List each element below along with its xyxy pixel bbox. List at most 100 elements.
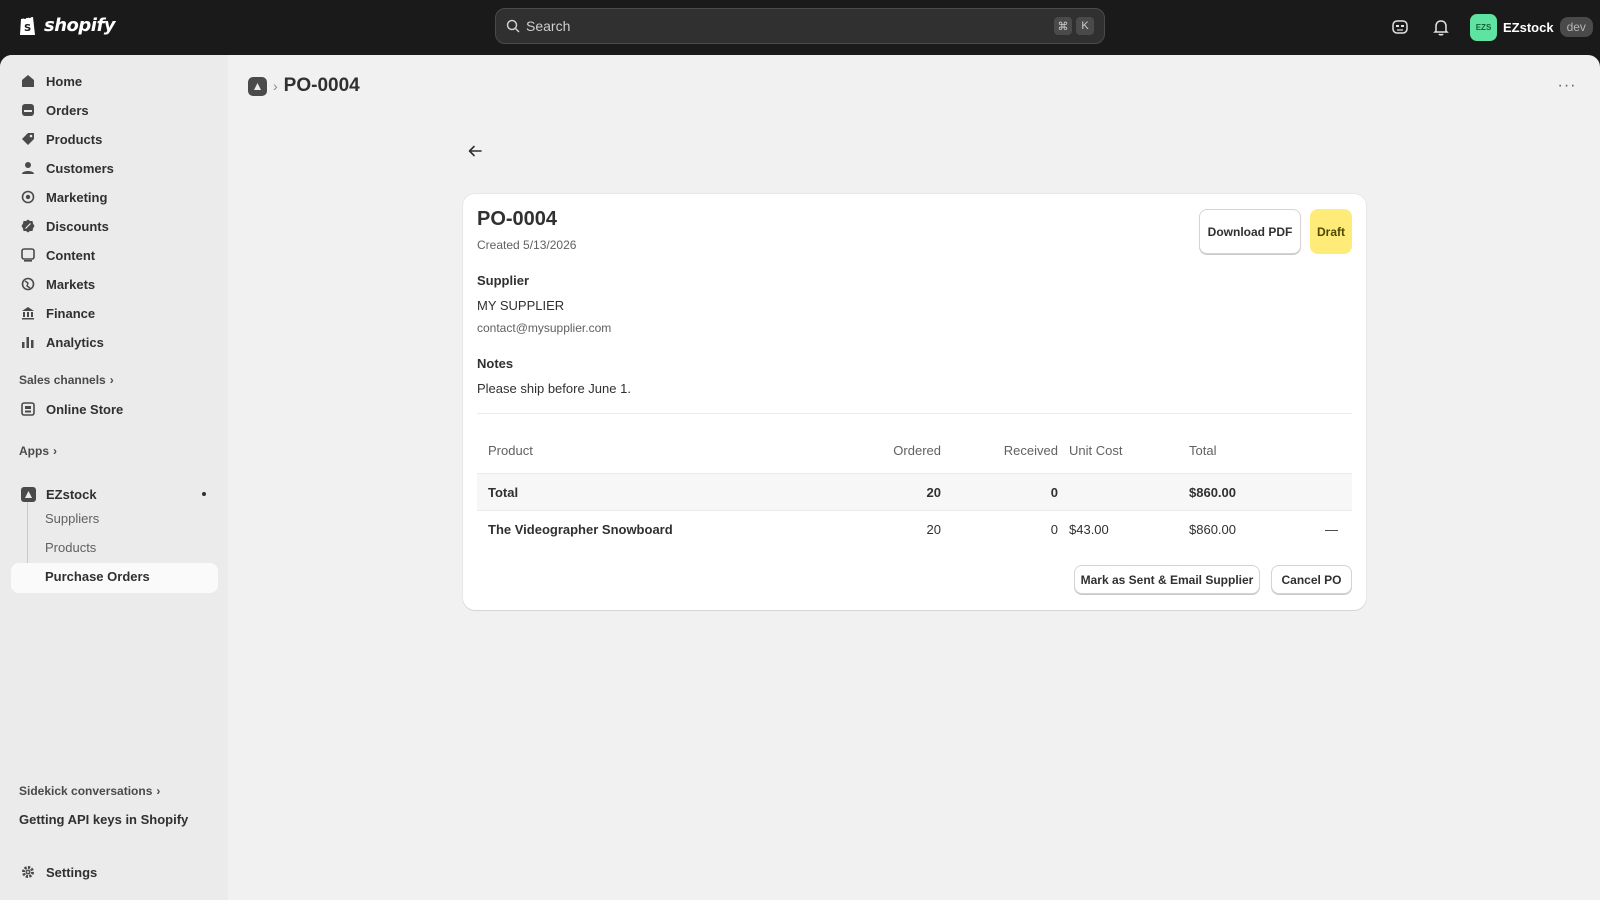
table-row: The Videographer Snowboard 20 0 $43.00 $…	[477, 511, 1352, 549]
ellipsis-icon: ···	[1557, 77, 1577, 94]
breadcrumb: › PO-0004	[248, 75, 360, 97]
shortcut-cmd-key: ⌘	[1054, 17, 1072, 35]
section-label: Sidekick conversations	[19, 784, 153, 798]
store-avatar: EZS	[1470, 13, 1497, 41]
sidebar-item-ezstock[interactable]: EZstock	[12, 480, 218, 508]
section-label: Sales channels	[19, 373, 106, 387]
sidebar-item-analytics[interactable]: Analytics	[12, 328, 218, 356]
po-created-date: Created 5/13/2026	[477, 238, 577, 252]
search-bar[interactable]: ⌘ K	[495, 8, 1105, 44]
sidebar-item-label: Markets	[46, 276, 96, 292]
chevron-right-icon: ›	[156, 784, 161, 798]
supplier-name: MY SUPPLIER	[477, 298, 565, 313]
total-amount: $860.00	[1189, 485, 1236, 500]
target-icon	[20, 189, 36, 205]
total-row-label: Total	[488, 485, 519, 500]
brand-wordmark: shopify	[44, 14, 116, 36]
more-actions-button[interactable]: ···	[1555, 77, 1579, 94]
sidebar-item-home[interactable]: Home	[12, 67, 218, 95]
mark-sent-email-button[interactable]: Mark as Sent & Email Supplier	[1074, 565, 1260, 594]
column-header-ordered: Ordered	[893, 443, 941, 458]
ezstock-app-icon	[20, 486, 36, 502]
notes-text: Please ship before June 1.	[477, 381, 631, 396]
orders-icon	[20, 102, 36, 118]
sidekick-conversations-section[interactable]: Sidekick conversations ›	[19, 784, 160, 798]
tag-icon	[20, 131, 36, 147]
column-header-received: Received	[1003, 443, 1058, 458]
store-menu[interactable]: EZS EZstock dev	[1470, 13, 1593, 41]
admin-shell: Home Orders Products Customers Marketing…	[0, 55, 1600, 900]
apps-section[interactable]: Apps ›	[19, 444, 57, 458]
app-pin-indicator	[202, 492, 206, 496]
back-button[interactable]	[464, 140, 486, 162]
sidebar: Home Orders Products Customers Marketing…	[0, 55, 228, 900]
sidekick-button[interactable]	[1389, 16, 1411, 38]
line-total: $860.00	[1189, 522, 1236, 537]
content-icon	[20, 247, 36, 263]
bank-icon	[20, 305, 36, 321]
chevron-right-icon: ›	[109, 373, 114, 387]
ordered-qty: 20	[926, 522, 941, 537]
svg-text:S: S	[24, 23, 31, 34]
sidebar-item-label: EZstock	[46, 486, 97, 502]
sidebar-item-discounts[interactable]: Discounts	[12, 212, 218, 240]
sidebar-item-orders[interactable]: Orders	[12, 96, 218, 124]
sidebar-item-finance[interactable]: Finance	[12, 299, 218, 327]
row-action-dash[interactable]: —	[1325, 522, 1338, 537]
sidebar-item-label: Products	[46, 131, 103, 147]
store-name: EZstock	[1503, 19, 1554, 35]
search-icon	[506, 19, 520, 33]
notifications-button[interactable]	[1430, 16, 1452, 38]
unit-cost: $43.00	[1069, 522, 1109, 537]
storefront-icon	[20, 401, 36, 417]
sidebar-item-products[interactable]: Products	[12, 125, 218, 153]
po-number: PO-0004	[477, 208, 558, 230]
sidebar-subitem-purchase-orders[interactable]: Purchase Orders	[45, 569, 150, 584]
status-badge: Draft	[1310, 209, 1352, 254]
sidebar-item-label: Online Store	[46, 401, 124, 417]
search-input[interactable]	[526, 18, 1050, 34]
download-pdf-button[interactable]: Download PDF	[1199, 209, 1301, 254]
sidebar-item-label: Content	[46, 247, 96, 263]
notes-label: Notes	[477, 356, 514, 371]
bell-icon	[1433, 20, 1449, 36]
sidebar-item-label: Orders	[46, 102, 89, 118]
arrow-left-icon	[468, 145, 482, 157]
total-ordered: 20	[926, 485, 941, 500]
sidebar-item-content[interactable]: Content	[12, 241, 218, 269]
sidebar-item-markets[interactable]: Markets	[12, 270, 218, 298]
chevron-right-icon: ›	[53, 444, 57, 458]
total-received: 0	[1050, 485, 1058, 500]
column-header-unit-cost: Unit Cost	[1069, 443, 1123, 458]
sidebar-item-online-store[interactable]: Online Store	[12, 395, 218, 423]
sidebar-item-label: Settings	[46, 864, 98, 880]
supplier-label: Supplier	[477, 273, 530, 288]
sidebar-item-label: Analytics	[46, 334, 104, 350]
gear-icon	[20, 864, 36, 880]
sidebar-item-label: Discounts	[46, 218, 109, 234]
shopify-logo[interactable]: S shopify	[18, 13, 116, 37]
sidebar-item-label: Customers	[46, 160, 114, 176]
top-bar: S shopify ⌘ K EZS EZstock dev	[0, 0, 1600, 55]
sidebar-item-label: Marketing	[46, 189, 108, 205]
sidebar-item-customers[interactable]: Customers	[12, 154, 218, 182]
conversation-label: Getting API keys in Shopify	[19, 811, 189, 827]
sidebar-item-label: Finance	[46, 305, 96, 321]
breadcrumb-separator-icon: ›	[273, 78, 278, 94]
person-icon	[20, 160, 36, 176]
sidekick-conversation-item[interactable]: Getting API keys in Shopify	[12, 805, 218, 833]
env-badge: dev	[1559, 17, 1593, 37]
bar-chart-icon	[20, 334, 36, 350]
sidebar-item-settings[interactable]: Settings	[12, 858, 218, 886]
cancel-po-button[interactable]: Cancel PO	[1271, 565, 1352, 594]
shortcut-k-key: K	[1076, 17, 1094, 35]
sidebar-subitem-products[interactable]: Products	[45, 540, 96, 555]
page-title: PO-0004	[283, 75, 360, 96]
table-row-total: Total 20 0 $860.00	[477, 473, 1352, 511]
ezstock-app-icon[interactable]	[248, 76, 267, 96]
sales-channels-section[interactable]: Sales channels ›	[19, 373, 114, 387]
sidebar-subitem-suppliers[interactable]: Suppliers	[45, 511, 99, 526]
sidebar-item-marketing[interactable]: Marketing	[12, 183, 218, 211]
sidekick-icon	[1392, 20, 1408, 34]
globe-icon	[20, 276, 36, 292]
